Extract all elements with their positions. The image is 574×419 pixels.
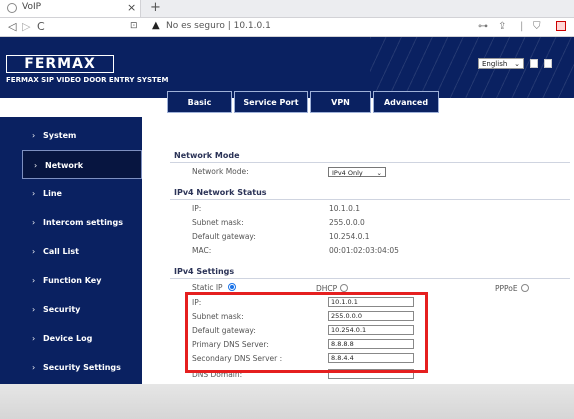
back-button[interactable]: ◁ [8, 20, 16, 33]
share-icon[interactable]: ⇪ [498, 21, 506, 32]
divider [170, 199, 570, 200]
status-mac-value: 00:01:02:03:04:05 [329, 246, 399, 255]
browser-tab[interactable]: VoIP × [0, 0, 141, 17]
status-subnet-label: Subnet mask: [192, 218, 244, 227]
language-select[interactable]: English ⌄ [478, 58, 524, 69]
section-title-ipv4-settings: IPv4 Settings [174, 267, 235, 276]
sidebar-item-intercom-settings[interactable]: › Intercom settings [0, 208, 142, 237]
tab-advanced[interactable]: Advanced [373, 91, 439, 113]
network-mode-select[interactable]: IPv4 Only ⌄ [328, 167, 386, 177]
new-tab-button[interactable]: + [150, 0, 161, 15]
static-ip-radio[interactable] [228, 283, 236, 291]
status-ip-value: 10.1.0.1 [329, 204, 361, 213]
sidebar-item-function-key[interactable]: › Function Key [0, 266, 142, 295]
sidebar-item-system[interactable]: › System [0, 121, 142, 150]
page-shadow [0, 384, 574, 419]
header-tagline: FERMAX SIP VIDEO DOOR ENTRY SYSTEM [6, 76, 169, 84]
key-icon[interactable]: ⊶ [478, 21, 488, 32]
sidebar: › System › Network › Line › Intercom setting… [0, 117, 142, 384]
divider [170, 278, 570, 279]
globe-icon [7, 3, 17, 13]
status-subnet-value: 255.0.0.0 [329, 218, 365, 227]
sidebar-item-network[interactable]: › Network [22, 150, 142, 179]
tab-close-button[interactable]: × [127, 1, 136, 14]
static-ip-label: Static IP [192, 283, 223, 292]
sidebar-item-device-log[interactable]: › Device Log [0, 324, 142, 353]
section-title-ipv4-status: IPv4 Network Status [174, 188, 267, 197]
status-gateway-label: Default gateway: [192, 232, 256, 241]
tab-service-port[interactable]: Service Port [234, 91, 308, 113]
app-header: FERMAX FERMAX SIP VIDEO DOOR ENTRY SYSTE… [0, 37, 574, 98]
fermax-logo: FERMAX [6, 55, 114, 73]
status-ip-label: IP: [192, 204, 202, 213]
screenshot-frame: VoIP × + ◁ ▷ C ⊡ ▲ No es seguro | 10.1.0… [0, 0, 574, 384]
bookmark-icon[interactable]: ⊡ [130, 21, 138, 31]
url-text[interactable]: No es seguro | 10.1.0.1 [166, 21, 271, 31]
square-button[interactable] [544, 59, 552, 68]
pppoe-radio[interactable] [521, 284, 529, 292]
tab-title: VoIP [22, 2, 42, 12]
section-title-network-mode: Network Mode [174, 151, 240, 160]
account-icon[interactable] [556, 21, 566, 31]
browser-tab-bar: VoIP × + [0, 0, 574, 18]
divider [170, 162, 570, 163]
status-mac-label: MAC: [192, 246, 212, 255]
sidebar-item-security-settings[interactable]: › Security Settings [0, 353, 142, 382]
address-bar: ◁ ▷ C ⊡ ▲ No es seguro | 10.1.0.1 ⊶ ⇪ | … [0, 18, 574, 37]
chevron-down-icon: ⌄ [514, 60, 520, 68]
network-mode-label: Network Mode: [192, 167, 249, 176]
warning-icon[interactable]: ▲ [152, 20, 160, 31]
sidebar-item-call-list[interactable]: › Call List [0, 237, 142, 266]
status-gateway-value: 10.254.0.1 [329, 232, 370, 241]
tab-vpn[interactable]: VPN [310, 91, 371, 113]
reload-button[interactable]: C [37, 20, 45, 33]
dhcp-radio[interactable] [340, 284, 348, 292]
highlight-box [185, 292, 428, 373]
separator-icon: | [520, 21, 524, 32]
chevron-down-icon: ⌄ [376, 169, 382, 177]
tab-basic[interactable]: Basic [167, 91, 232, 113]
forward-button[interactable]: ▷ [22, 20, 30, 33]
pppoe-label: PPPoE [495, 284, 518, 293]
shield-icon[interactable]: ⛉ [533, 21, 541, 32]
sidebar-item-security[interactable]: › Security [0, 295, 142, 324]
sidebar-item-line[interactable]: › Line [0, 179, 142, 208]
square-button[interactable] [530, 59, 538, 68]
